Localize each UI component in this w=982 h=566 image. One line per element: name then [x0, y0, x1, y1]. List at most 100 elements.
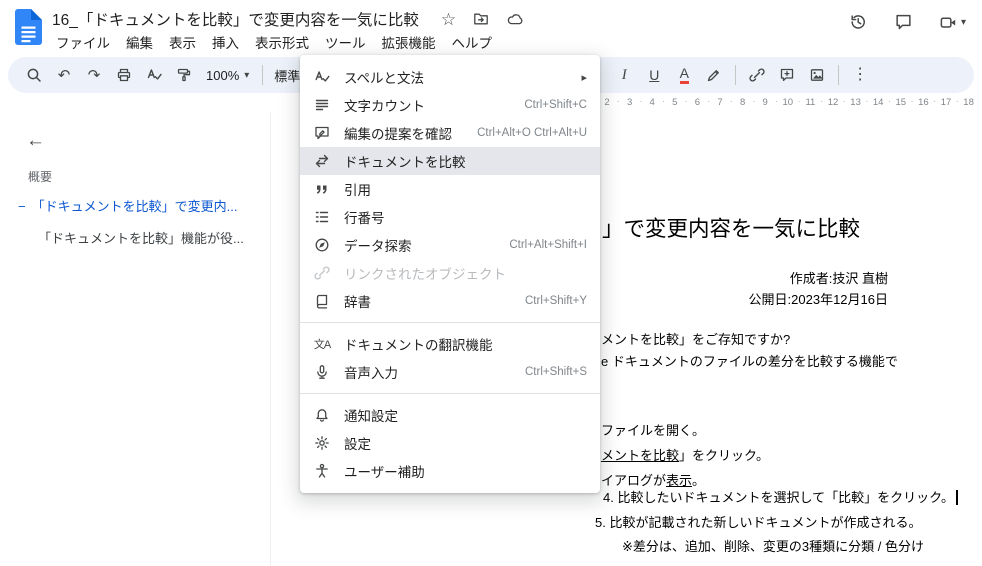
- menu-tools[interactable]: ツール: [317, 30, 374, 54]
- insert-image-button[interactable]: [803, 61, 831, 89]
- menu-item-label: 編集の提案を確認: [344, 127, 452, 142]
- more-options-button[interactable]: ⋮: [846, 61, 874, 89]
- print-button[interactable]: [110, 61, 138, 89]
- doc-underlined-text[interactable]: メントを比較: [601, 448, 679, 463]
- menu-item-explore[interactable]: データ探索 Ctrl+Alt+Shift+I: [300, 231, 600, 259]
- menu-divider: [300, 393, 600, 394]
- google-docs-app: 16_「ドキュメントを比較」で変更内容を一気に比較 ☆ ファイル 編集 表示 挿…: [0, 0, 982, 566]
- menu-item-dictionary[interactable]: 辞書 Ctrl+Shift+Y: [300, 287, 600, 315]
- menu-edit[interactable]: 編集: [118, 30, 161, 54]
- doc-text-line[interactable]: 5. 比較が記載された新しいドキュメントが作成される。: [595, 512, 921, 531]
- menu-format[interactable]: 表示形式: [247, 30, 317, 54]
- menu-item-line-numbers[interactable]: 行番号: [300, 203, 600, 231]
- redo-button[interactable]: ↷: [80, 61, 108, 89]
- ruler-dot: ·: [955, 96, 959, 107]
- insert-link-button[interactable]: [743, 61, 771, 89]
- menu-bar: ファイル 編集 表示 挿入 表示形式 ツール 拡張機能 ヘルプ: [48, 30, 500, 54]
- underline-button[interactable]: U: [640, 61, 668, 89]
- menu-item-label: データ探索: [344, 239, 412, 254]
- menu-item-label: 音声入力: [344, 366, 398, 381]
- tools-dropdown-menu: スペルと文法 ▸ 文字カウント Ctrl+Shift+C 編集の提案を確認 Ct…: [300, 55, 600, 493]
- menu-item-citations[interactable]: 引用: [300, 175, 600, 203]
- ruler-tick: 6: [694, 97, 701, 108]
- zoom-selector[interactable]: 100% ▾: [200, 68, 255, 83]
- doc-text-line[interactable]: メントを比較」をご存知ですか?: [601, 329, 790, 348]
- menu-view[interactable]: 表示: [161, 30, 204, 54]
- toolbar-separator: [838, 65, 840, 85]
- menu-item-label: ドキュメントの翻訳機能: [344, 338, 493, 353]
- ruler-dot: ·: [616, 96, 620, 107]
- outline-item[interactable]: − 「ドキュメントを比較」で変更内...: [18, 196, 237, 215]
- menu-file[interactable]: ファイル: [48, 30, 118, 54]
- doc-author-line[interactable]: 作成者:技沢 直樹: [790, 268, 888, 287]
- menu-item-spelling-grammar[interactable]: スペルと文法 ▸: [300, 63, 600, 91]
- menu-item-word-count[interactable]: 文字カウント Ctrl+Shift+C: [300, 91, 600, 119]
- doc-text-line[interactable]: ※差分は、追加、削除、変更の3種類に分類 / 色分け: [622, 536, 924, 555]
- ruler-tick: 16: [918, 97, 929, 108]
- text-cursor: [956, 490, 958, 505]
- menu-item-shortcut: Ctrl+Shift+Y: [525, 295, 587, 307]
- bell-icon: [313, 407, 331, 423]
- menu-item-voice-typing[interactable]: 音声入力 Ctrl+Shift+S: [300, 358, 600, 386]
- ruler-tick: 12: [827, 97, 839, 108]
- doc-text-line[interactable]: e ドキュメントのファイルの差分を比較する機能で: [601, 351, 898, 370]
- ruler-tick: 3: [626, 97, 633, 108]
- spellcheck-button[interactable]: [140, 61, 168, 89]
- menu-item-notification-settings[interactable]: 通知設定: [300, 401, 600, 429]
- ruler-dot: ·: [887, 96, 892, 107]
- citations-icon: [313, 181, 331, 197]
- text-color-button[interactable]: A: [670, 61, 698, 89]
- outline-item[interactable]: 「ドキュメントを比較」機能が役...: [38, 228, 244, 247]
- doc-text[interactable]: 。: [692, 473, 705, 488]
- menu-insert[interactable]: 挿入: [204, 30, 247, 54]
- highlight-color-button[interactable]: [700, 61, 728, 89]
- menu-item-translate-document[interactable]: 文A ドキュメントの翻訳機能: [300, 330, 600, 358]
- ruler-dot: ·: [729, 96, 733, 107]
- toolbar-separator: [262, 65, 264, 85]
- gear-icon: [313, 435, 331, 451]
- menu-extensions[interactable]: 拡張機能: [374, 30, 444, 54]
- doc-text[interactable]: イアログが: [601, 473, 666, 488]
- toolbar-separator: [735, 65, 737, 85]
- menu-item-review-suggested-edits[interactable]: 編集の提案を確認 Ctrl+Alt+O Ctrl+Alt+U: [300, 119, 600, 147]
- ruler-dot: ·: [774, 96, 779, 107]
- move-folder-icon[interactable]: [472, 11, 490, 27]
- ruler-dot: ·: [933, 96, 937, 107]
- menu-help[interactable]: ヘルプ: [444, 30, 501, 54]
- ruler-dot: ·: [707, 96, 711, 107]
- docs-logo-icon[interactable]: [15, 9, 42, 45]
- document-title[interactable]: 16_「ドキュメントを比較」で変更内容を一気に比較: [52, 8, 419, 30]
- menu-item-preferences[interactable]: 設定: [300, 429, 600, 457]
- close-outline-button[interactable]: ←: [26, 130, 45, 152]
- doc-text-line[interactable]: メントを比較」をクリック。: [601, 445, 769, 464]
- paint-format-button[interactable]: [170, 61, 198, 89]
- comments-icon[interactable]: [894, 13, 913, 31]
- undo-button[interactable]: ↶: [50, 61, 78, 89]
- cloud-status-icon[interactable]: [506, 11, 524, 27]
- outline-item-dash: −: [18, 199, 26, 214]
- meet-call-button[interactable]: ▾: [939, 14, 966, 31]
- search-button[interactable]: [20, 61, 48, 89]
- doc-heading-fragment[interactable]: 」で変更内容を一気に比較: [602, 212, 860, 243]
- menu-item-accessibility[interactable]: ユーザー補助: [300, 457, 600, 485]
- ruler-dot: ·: [684, 96, 688, 107]
- menu-item-compare-documents[interactable]: ドキュメントを比較: [300, 147, 600, 175]
- compare-documents-icon: [313, 153, 331, 169]
- version-history-icon[interactable]: [848, 13, 868, 31]
- add-comment-button[interactable]: [773, 61, 801, 89]
- doc-text[interactable]: 4. 比較したいドキュメントを選択して「比較」をクリック。: [603, 490, 954, 505]
- submenu-arrow-icon: ▸: [581, 71, 587, 84]
- doc-underlined-text[interactable]: 表示: [666, 473, 692, 488]
- doc-date-line[interactable]: 公開日:2023年12月16日: [749, 289, 888, 308]
- translate-icon: 文A: [313, 336, 331, 352]
- doc-text-line[interactable]: 4. 比較したいドキュメントを選択して「比較」をクリック。: [603, 487, 958, 506]
- menu-divider: [300, 322, 600, 323]
- ruler-dot: ·: [752, 96, 756, 107]
- text-color-glyph: A: [679, 66, 689, 84]
- doc-text-line[interactable]: ファイルを開く。: [601, 420, 705, 439]
- menu-item-shortcut: Ctrl+Shift+C: [524, 99, 587, 111]
- italic-button[interactable]: I: [610, 61, 638, 89]
- doc-text[interactable]: 」をクリック。: [679, 448, 769, 463]
- star-icon[interactable]: ☆: [441, 11, 456, 28]
- menu-item-label: 通知設定: [344, 409, 398, 424]
